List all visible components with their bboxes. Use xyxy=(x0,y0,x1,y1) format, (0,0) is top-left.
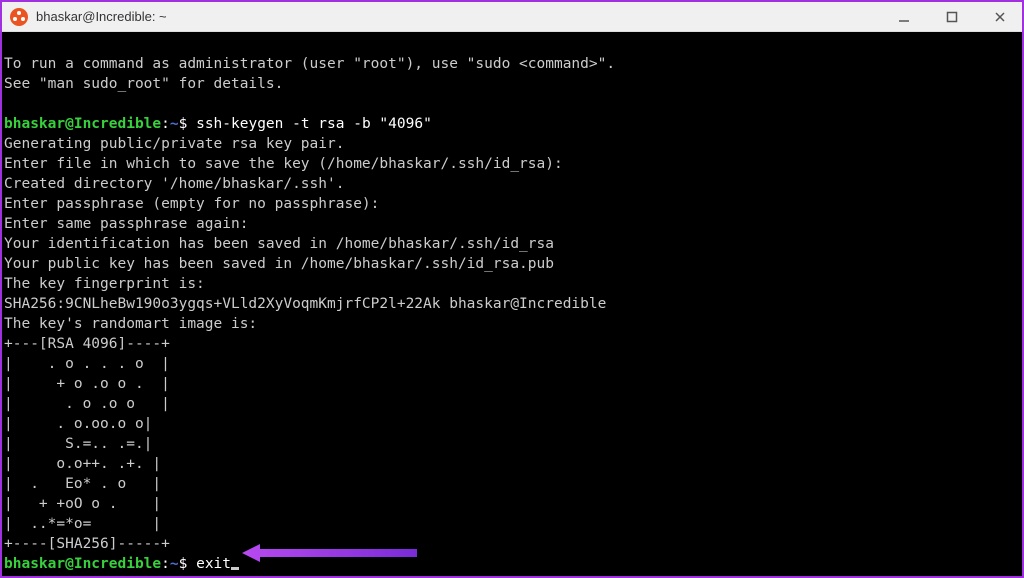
cursor xyxy=(231,567,239,570)
minimize-button[interactable] xyxy=(890,7,918,27)
titlebar: bhaskar@Incredible: ~ xyxy=(2,2,1022,32)
randomart-line: | . o.oo.o o| xyxy=(4,416,152,432)
randomart-line: | . Eo* . o | xyxy=(4,476,161,492)
close-button[interactable] xyxy=(986,7,1014,27)
output-line: Enter passphrase (empty for no passphras… xyxy=(4,196,379,212)
command-text: exit xyxy=(196,556,231,572)
output-line: To run a command as administrator (user … xyxy=(4,56,615,72)
randomart-line: | + +oO o . | xyxy=(4,496,161,512)
output-line: Enter same passphrase again: xyxy=(4,216,248,232)
randomart-line: | o.o++. .+. | xyxy=(4,456,161,472)
randomart-line: | . o . . . o | xyxy=(4,356,170,372)
randomart-line: | + o .o o . | xyxy=(4,376,170,392)
prompt-user: bhaskar xyxy=(4,556,65,572)
prompt-colon: : xyxy=(161,116,170,132)
prompt-host: Incredible xyxy=(74,556,161,572)
output-line: Generating public/private rsa key pair. xyxy=(4,136,344,152)
output-line: SHA256:9CNLheBw190o3ygqs+VLld2XyVoqmKmjr… xyxy=(4,296,606,312)
output-line: See "man sudo_root" for details. xyxy=(4,76,283,92)
close-icon xyxy=(994,11,1006,23)
randomart-line: +----[SHA256]-----+ xyxy=(4,536,170,552)
prompt-host: Incredible xyxy=(74,116,161,132)
prompt-dollar: $ xyxy=(179,556,196,572)
prompt-at: @ xyxy=(65,556,74,572)
output-line: The key's randomart image is: xyxy=(4,316,257,332)
output-line: Created directory '/home/bhaskar/.ssh'. xyxy=(4,176,344,192)
randomart-line: | ..*=*o= | xyxy=(4,516,161,532)
prompt-path: ~ xyxy=(170,556,179,572)
randomart-line: | S.=.. .=.| xyxy=(4,436,152,452)
prompt-dollar: $ xyxy=(179,116,196,132)
prompt-colon: : xyxy=(161,556,170,572)
prompt-path: ~ xyxy=(170,116,179,132)
terminal-window: bhaskar@Incredible: ~ To run a command a… xyxy=(0,0,1024,578)
maximize-icon xyxy=(946,11,958,23)
terminal-output[interactable]: To run a command as administrator (user … xyxy=(2,32,1022,576)
command-text: ssh-keygen -t rsa -b "4096" xyxy=(196,116,432,132)
maximize-button[interactable] xyxy=(938,7,966,27)
output-line: Your identification has been saved in /h… xyxy=(4,236,554,252)
window-controls xyxy=(890,7,1014,27)
prompt-user: bhaskar xyxy=(4,116,65,132)
output-line: The key fingerprint is: xyxy=(4,276,205,292)
output-line xyxy=(4,96,13,112)
window-title: bhaskar@Incredible: ~ xyxy=(36,9,167,24)
output-line: Enter file in which to save the key (/ho… xyxy=(4,156,563,172)
output-line: Your public key has been saved in /home/… xyxy=(4,256,554,272)
ubuntu-icon xyxy=(10,8,28,26)
minimize-icon xyxy=(898,11,910,23)
randomart-line: +---[RSA 4096]----+ xyxy=(4,336,170,352)
prompt-at: @ xyxy=(65,116,74,132)
randomart-line: | . o .o o | xyxy=(4,396,170,412)
